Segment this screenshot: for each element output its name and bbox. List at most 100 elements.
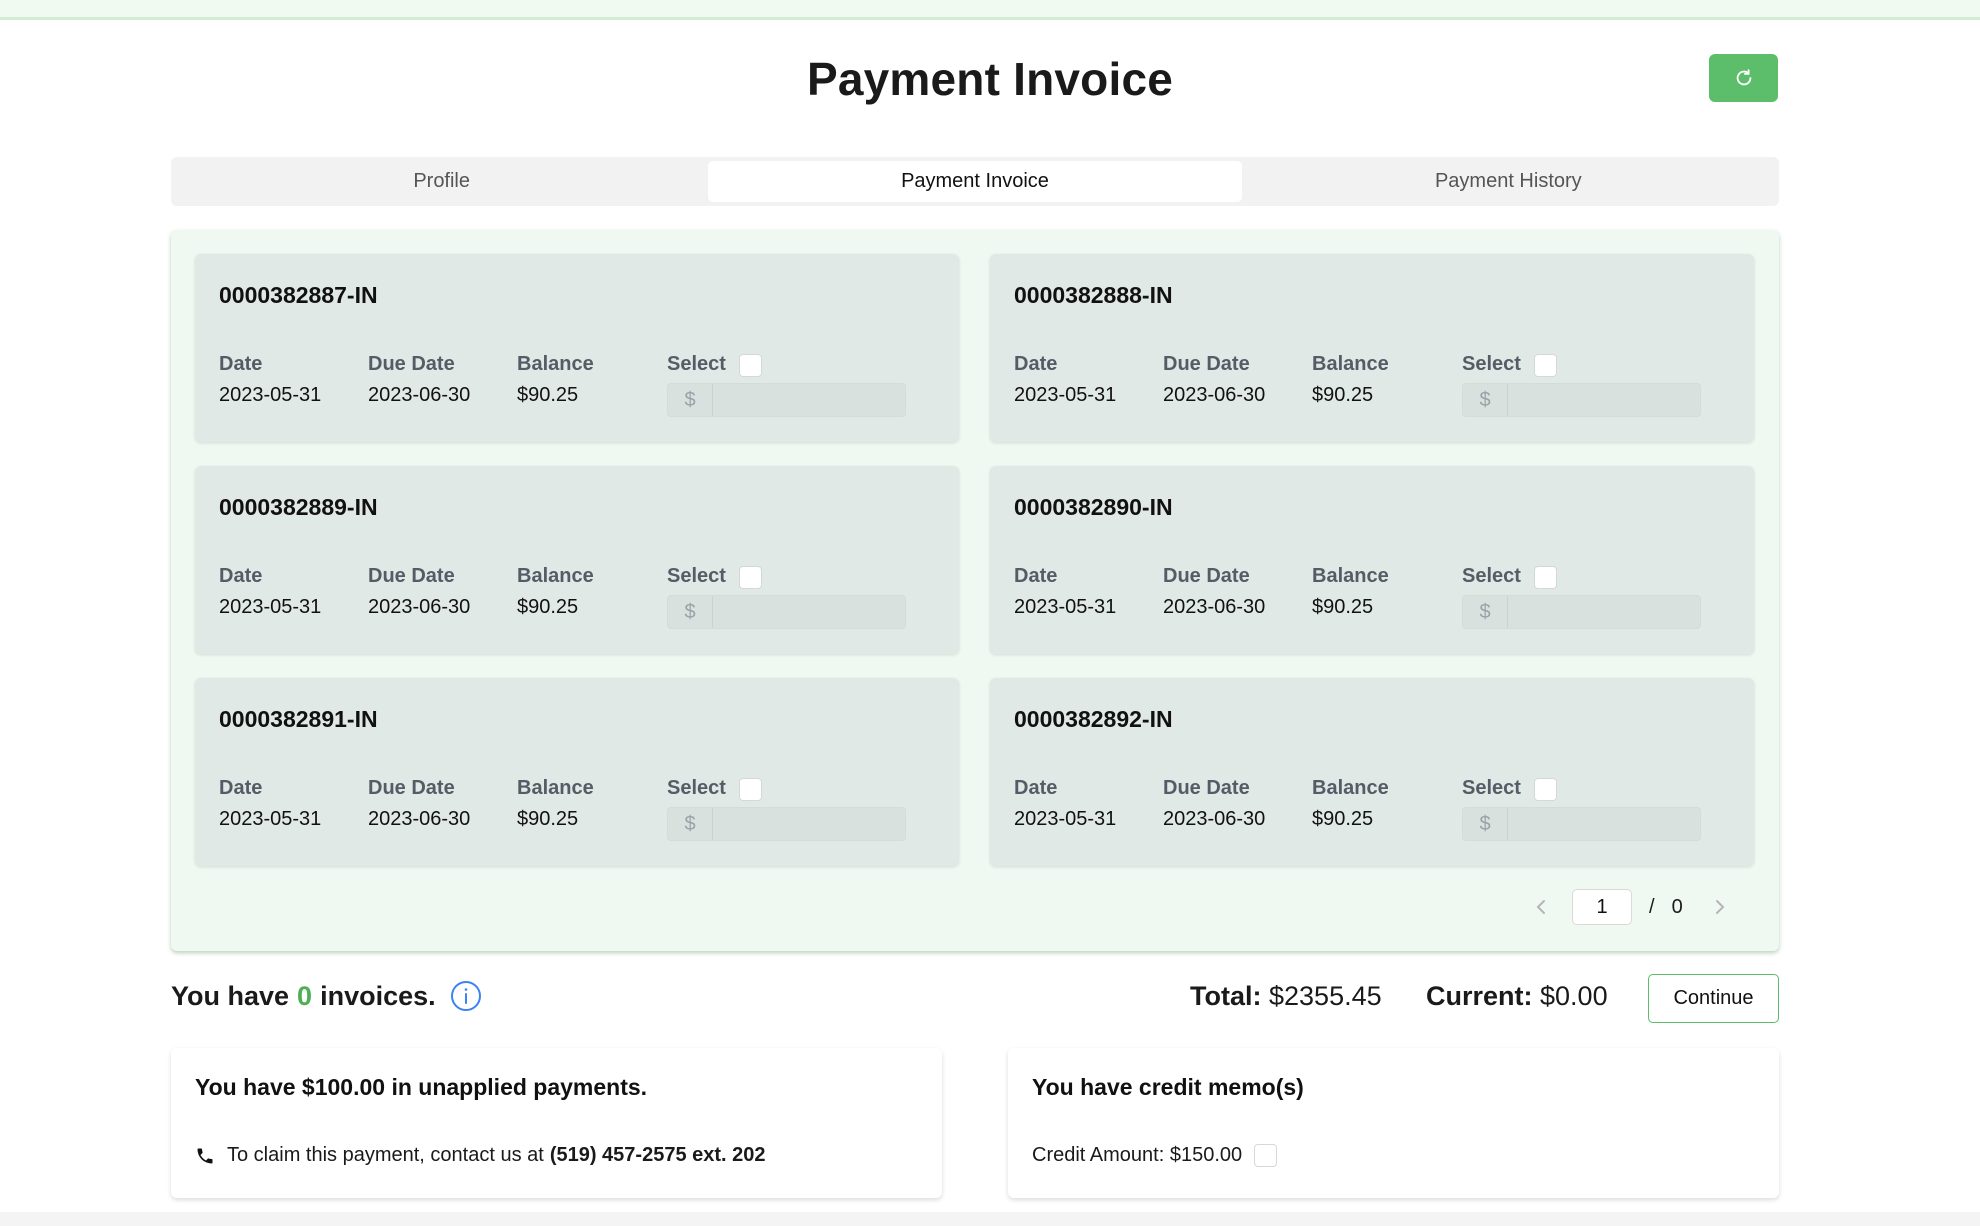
invoice-date: 2023-05-31 [1014, 384, 1117, 406]
invoice-date: 2023-05-31 [1014, 596, 1117, 618]
bottom-edge [0, 1212, 1980, 1226]
currency-prefix: $ [1463, 384, 1508, 416]
invoice-id: 0000382889-IN [219, 494, 378, 520]
currency-prefix: $ [668, 808, 713, 840]
balance-label: Balance [517, 777, 594, 799]
select-checkbox[interactable] [1534, 778, 1557, 801]
select-checkbox[interactable] [739, 566, 762, 589]
invoice-balance: $90.25 [517, 808, 579, 830]
invoice-count-summary: You have 0 invoices. [171, 980, 482, 1012]
top-bar [0, 0, 1980, 20]
invoice-card: 0000382892-IN Date Due Date Balance Sele… [990, 678, 1754, 866]
tab-payment-invoice[interactable]: Payment Invoice [708, 161, 1242, 202]
total-pages: 0 [1671, 895, 1683, 918]
unapplied-payments-card: You have $100.00 in unapplied payments. … [171, 1048, 942, 1198]
invoice-date: 2023-05-31 [219, 596, 322, 618]
invoice-panel: 0000382887-IN Date Due Date Balance Sele… [171, 230, 1779, 951]
chevron-right-icon[interactable] [1705, 892, 1735, 922]
due-date-label: Due Date [368, 565, 455, 587]
payment-amount-input[interactable]: $ [1462, 595, 1701, 629]
credit-memo-title: You have credit memo(s) [1032, 1074, 1304, 1100]
balance-label: Balance [517, 353, 594, 375]
invoice-due-date: 2023-06-30 [1163, 808, 1266, 830]
currency-prefix: $ [668, 596, 713, 628]
invoice-due-date: 2023-06-30 [368, 596, 471, 618]
tab-profile[interactable]: Profile [175, 161, 708, 202]
select-checkbox[interactable] [739, 354, 762, 377]
summary-suffix: invoices. [320, 980, 436, 1011]
phone-icon [195, 1146, 215, 1166]
current-amount: Current: $0.00 [1426, 981, 1608, 1012]
date-label: Date [1014, 353, 1058, 375]
select-checkbox[interactable] [739, 778, 762, 801]
refresh-button[interactable] [1709, 54, 1778, 102]
select-checkbox[interactable] [1534, 566, 1557, 589]
invoice-id: 0000382891-IN [219, 706, 378, 732]
date-label: Date [1014, 777, 1058, 799]
invoice-due-date: 2023-06-30 [368, 808, 471, 830]
date-label: Date [219, 353, 263, 375]
invoice-id: 0000382887-IN [219, 282, 378, 308]
invoice-balance: $90.25 [1312, 384, 1374, 406]
invoice-id: 0000382890-IN [1014, 494, 1173, 520]
due-date-label: Due Date [1163, 565, 1250, 587]
invoice-id: 0000382892-IN [1014, 706, 1173, 732]
credit-checkbox[interactable] [1254, 1144, 1278, 1167]
invoice-id: 0000382888-IN [1014, 282, 1173, 308]
invoice-date: 2023-05-31 [219, 808, 322, 830]
invoice-card: 0000382891-IN Date Due Date Balance Sele… [195, 678, 959, 866]
chevron-left-icon[interactable] [1526, 892, 1556, 922]
select-label: Select [1462, 353, 1521, 375]
payment-amount-input[interactable]: $ [667, 807, 906, 841]
invoice-due-date: 2023-06-30 [368, 384, 471, 406]
select-label: Select [667, 353, 726, 375]
invoice-card: 0000382889-IN Date Due Date Balance Sele… [195, 466, 959, 654]
currency-prefix: $ [1463, 808, 1508, 840]
select-checkbox[interactable] [1534, 354, 1557, 377]
contact-phone: (519) 457-2575 ext. 202 [549, 1144, 766, 1166]
due-date-label: Due Date [1163, 777, 1250, 799]
page-number-input[interactable] [1572, 889, 1632, 925]
pagination: / 0 [1526, 887, 1735, 927]
contact-row: To claim this payment, contact us at (51… [195, 1144, 766, 1167]
date-label: Date [219, 565, 263, 587]
credit-amount: Credit Amount: $150.00 [1032, 1144, 1243, 1166]
unapplied-payments-title: You have $100.00 in unapplied payments. [195, 1074, 648, 1100]
balance-label: Balance [1312, 353, 1389, 375]
tab-payment-history[interactable]: Payment History [1242, 161, 1775, 202]
due-date-label: Due Date [368, 777, 455, 799]
invoice-card: 0000382890-IN Date Due Date Balance Sele… [990, 466, 1754, 654]
payment-amount-input[interactable]: $ [667, 383, 906, 417]
current-label: Current: [1426, 981, 1533, 1011]
current-value: $0.00 [1540, 981, 1608, 1011]
invoice-balance: $90.25 [517, 596, 579, 618]
balance-label: Balance [1312, 565, 1389, 587]
payment-amount-input[interactable]: $ [1462, 383, 1701, 417]
invoice-date: 2023-05-31 [1014, 808, 1117, 830]
info-icon[interactable] [450, 980, 482, 1012]
currency-prefix: $ [1463, 596, 1508, 628]
invoice-balance: $90.25 [1312, 596, 1374, 618]
credit-memo-card: You have credit memo(s) Credit Amount: $… [1008, 1048, 1779, 1198]
payment-amount-input[interactable]: $ [667, 595, 906, 629]
invoice-card: 0000382887-IN Date Due Date Balance Sele… [195, 254, 959, 442]
invoice-balance: $90.25 [1312, 808, 1374, 830]
credit-row: Credit Amount: $150.00 [1032, 1144, 1278, 1167]
due-date-label: Due Date [1163, 353, 1250, 375]
page-separator: / [1649, 895, 1655, 918]
page-title: Payment Invoice [806, 53, 1174, 105]
invoice-due-date: 2023-06-30 [1163, 384, 1266, 406]
invoice-due-date: 2023-06-30 [1163, 596, 1266, 618]
invoice-balance: $90.25 [517, 384, 579, 406]
refresh-icon [1733, 67, 1755, 89]
select-label: Select [667, 565, 726, 587]
summary-prefix: You have [171, 980, 290, 1011]
continue-button[interactable]: Continue [1648, 974, 1779, 1023]
contact-text: To claim this payment, contact us at [227, 1144, 544, 1166]
date-label: Date [1014, 565, 1058, 587]
select-label: Select [1462, 565, 1521, 587]
total-value: $2355.45 [1269, 981, 1382, 1011]
balance-label: Balance [1312, 777, 1389, 799]
total-amount: Total: $2355.45 [1190, 981, 1382, 1012]
payment-amount-input[interactable]: $ [1462, 807, 1701, 841]
